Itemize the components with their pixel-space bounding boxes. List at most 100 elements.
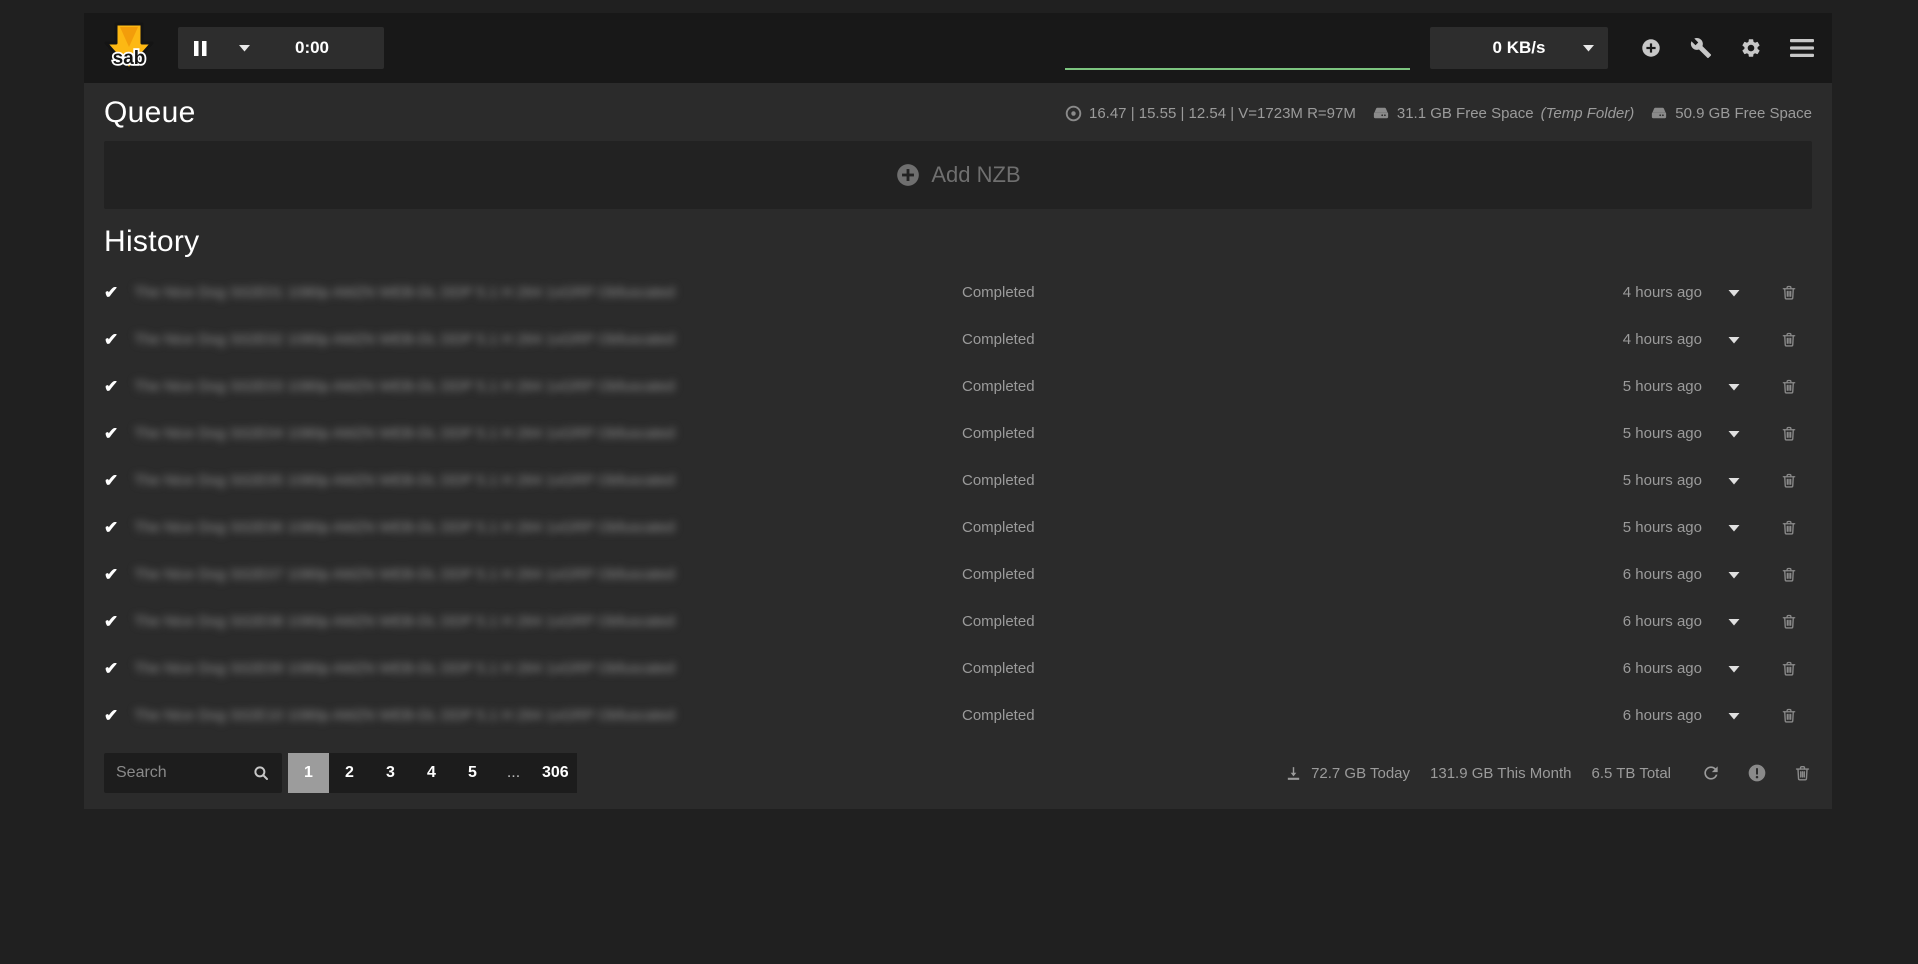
menu-button[interactable] xyxy=(1790,39,1814,57)
check-icon: ✔ xyxy=(104,706,134,726)
top-bar: sab 0:00 0 KB/s xyxy=(84,13,1832,83)
history-item-name[interactable]: The Nice Dog S02E09 1080p AMZN WEB-DL DD… xyxy=(134,660,962,677)
page-button-4[interactable]: 4 xyxy=(411,753,452,793)
history-item-name[interactable]: The Nice Dog S02E10 1080p AMZN WEB-DL DD… xyxy=(134,707,962,724)
page-button-5[interactable]: 5 xyxy=(452,753,493,793)
sabnzbd-logo[interactable]: sab xyxy=(102,21,156,75)
history-item-age: 4 hours ago xyxy=(1552,284,1702,301)
check-icon: ✔ xyxy=(104,565,134,585)
row-actions-dropdown[interactable] xyxy=(1702,665,1766,673)
chevron-down-icon xyxy=(1728,524,1740,532)
row-delete-button[interactable] xyxy=(1766,612,1812,631)
pause-icon xyxy=(194,41,207,56)
history-item-name[interactable]: The Nice Dog S02E06 1080p AMZN WEB-DL DD… xyxy=(134,519,962,536)
total-month-text: 131.9 GB This Month xyxy=(1430,765,1571,782)
disk-free-space-stat: 50.9 GB Free Space xyxy=(1650,104,1812,122)
wrench-icon xyxy=(1690,37,1712,59)
trash-icon xyxy=(1780,518,1798,537)
settings-button[interactable] xyxy=(1740,37,1762,59)
hard-drive-icon xyxy=(1650,104,1668,122)
history-item-age: 4 hours ago xyxy=(1552,331,1702,348)
row-actions-dropdown[interactable] xyxy=(1702,430,1766,438)
pause-button[interactable] xyxy=(178,27,223,69)
history-item-name[interactable]: The Nice Dog S02E02 1080p AMZN WEB-DL DD… xyxy=(134,331,962,348)
row-delete-button[interactable] xyxy=(1766,424,1812,443)
row-actions-dropdown[interactable] xyxy=(1702,712,1766,720)
search-icon[interactable] xyxy=(252,764,270,782)
total-today-text: 72.7 GB Today xyxy=(1311,765,1410,782)
check-icon: ✔ xyxy=(104,283,134,303)
purge-history-button[interactable] xyxy=(1793,763,1812,783)
history-item-status: Completed xyxy=(962,378,1552,395)
failed-info-button[interactable] xyxy=(1747,763,1767,783)
history-item-name[interactable]: The Nice Dog S02E07 1080p AMZN WEB-DL DD… xyxy=(134,566,962,583)
pause-control-group: 0:00 xyxy=(178,27,384,69)
row-delete-button[interactable] xyxy=(1766,377,1812,396)
row-delete-button[interactable] xyxy=(1766,659,1812,678)
row-delete-button[interactable] xyxy=(1766,471,1812,490)
history-row: ✔ The Nice Dog S02E07 1080p AMZN WEB-DL … xyxy=(104,551,1812,598)
page-button-1[interactable]: 1 xyxy=(288,753,329,793)
history-item-status: Completed xyxy=(962,472,1552,489)
history-item-status: Completed xyxy=(962,284,1552,301)
speed-limit-button[interactable]: 0 KB/s xyxy=(1430,27,1608,69)
trash-icon xyxy=(1780,283,1798,302)
search-input[interactable] xyxy=(116,764,244,782)
page-ellipsis: ... xyxy=(493,753,534,793)
history-row: ✔ The Nice Dog S02E04 1080p AMZN WEB-DL … xyxy=(104,410,1812,457)
history-item-name[interactable]: The Nice Dog S02E05 1080p AMZN WEB-DL DD… xyxy=(134,472,962,489)
add-nzb-dropzone[interactable]: Add NZB xyxy=(104,141,1812,209)
temp-folder-note: (Temp Folder) xyxy=(1541,105,1635,122)
history-item-name[interactable]: The Nice Dog S02E04 1080p AMZN WEB-DL DD… xyxy=(134,425,962,442)
history-title: History xyxy=(104,209,1812,269)
chevron-down-icon xyxy=(1728,336,1740,344)
row-actions-dropdown[interactable] xyxy=(1702,289,1766,297)
history-item-age: 5 hours ago xyxy=(1552,472,1702,489)
trash-icon xyxy=(1780,706,1798,725)
disk-free-text: 50.9 GB Free Space xyxy=(1675,105,1812,122)
history-item-name[interactable]: The Nice Dog S02E08 1080p AMZN WEB-DL DD… xyxy=(134,613,962,630)
chevron-down-icon xyxy=(1728,618,1740,626)
history-row: ✔ The Nice Dog S02E05 1080p AMZN WEB-DL … xyxy=(104,457,1812,504)
row-actions-dropdown[interactable] xyxy=(1702,336,1766,344)
plus-circle-icon xyxy=(895,162,921,188)
queue-timer: 0:00 xyxy=(266,38,384,58)
page-button-last[interactable]: 306 xyxy=(534,753,577,793)
temp-free-space-stat: 31.1 GB Free Space (Temp Folder) xyxy=(1372,104,1634,122)
history-item-age: 6 hours ago xyxy=(1552,707,1702,724)
history-row: ✔ The Nice Dog S02E02 1080p AMZN WEB-DL … xyxy=(104,316,1812,363)
row-delete-button[interactable] xyxy=(1766,565,1812,584)
refresh-button[interactable] xyxy=(1701,763,1721,783)
hard-drive-icon xyxy=(1372,104,1390,122)
pause-duration-dropdown[interactable] xyxy=(223,27,266,69)
chevron-down-icon xyxy=(1728,571,1740,579)
chevron-down-icon xyxy=(1728,289,1740,297)
row-actions-dropdown[interactable] xyxy=(1702,571,1766,579)
chevron-down-icon xyxy=(1728,477,1740,485)
history-item-name[interactable]: The Nice Dog S02E01 1080p AMZN WEB-DL DD… xyxy=(134,284,962,301)
history-item-name[interactable]: The Nice Dog S02E03 1080p AMZN WEB-DL DD… xyxy=(134,378,962,395)
page-button-2[interactable]: 2 xyxy=(329,753,370,793)
queue-header: Queue 16.47 | 15.55 | 12.54 | V=1723M R=… xyxy=(104,83,1812,141)
add-nzb-button[interactable] xyxy=(1640,37,1662,59)
total-all-text: 6.5 TB Total xyxy=(1592,765,1672,782)
row-actions-dropdown[interactable] xyxy=(1702,618,1766,626)
history-item-age: 6 hours ago xyxy=(1552,566,1702,583)
hamburger-icon xyxy=(1790,39,1814,57)
row-delete-button[interactable] xyxy=(1766,283,1812,302)
trash-icon xyxy=(1780,330,1798,349)
status-button[interactable] xyxy=(1690,37,1712,59)
row-actions-dropdown[interactable] xyxy=(1702,524,1766,532)
history-footer: 1 2 3 4 5 ... 306 72.7 GB Today 131.9 GB… xyxy=(104,753,1812,793)
trash-icon xyxy=(1780,659,1798,678)
row-actions-dropdown[interactable] xyxy=(1702,383,1766,391)
row-delete-button[interactable] xyxy=(1766,518,1812,537)
history-item-status: Completed xyxy=(962,566,1552,583)
history-row: ✔ The Nice Dog S02E08 1080p AMZN WEB-DL … xyxy=(104,598,1812,645)
row-delete-button[interactable] xyxy=(1766,706,1812,725)
page-button-3[interactable]: 3 xyxy=(370,753,411,793)
row-actions-dropdown[interactable] xyxy=(1702,477,1766,485)
history-row: ✔ The Nice Dog S02E03 1080p AMZN WEB-DL … xyxy=(104,363,1812,410)
server-speed-stat: 16.47 | 15.55 | 12.54 | V=1723M R=97M xyxy=(1065,105,1356,122)
row-delete-button[interactable] xyxy=(1766,330,1812,349)
